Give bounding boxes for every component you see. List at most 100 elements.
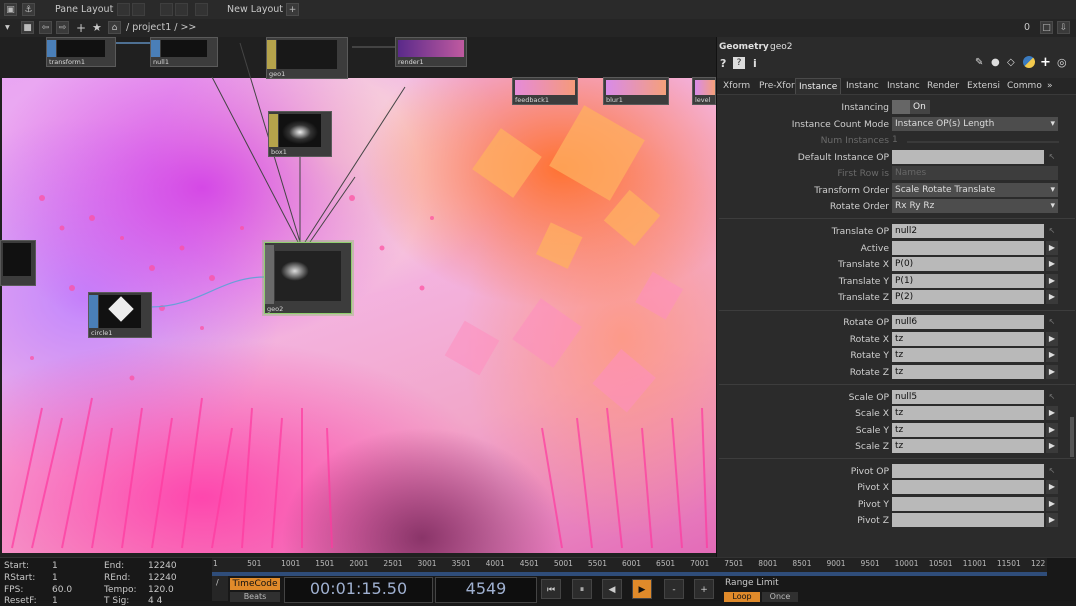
layout-slot-4[interactable] — [175, 3, 188, 16]
stop-icon[interactable]: ■ — [21, 21, 34, 34]
pivot-x-field[interactable] — [892, 480, 1044, 494]
home-icon[interactable]: ⌂ — [108, 21, 121, 34]
translate-z-field[interactable]: P(2) — [892, 290, 1044, 304]
rotate-x-field[interactable]: tz — [892, 332, 1044, 346]
translate-y-field[interactable]: P(1) — [892, 274, 1044, 288]
timecode-toggle[interactable]: TimeCode — [230, 578, 280, 590]
play-arrow-icon[interactable]: ▶ — [1046, 257, 1058, 271]
op-drag-icon[interactable]: ↖ — [1046, 464, 1058, 478]
fps-value[interactable]: 60.0 — [52, 585, 72, 595]
tab-extensions[interactable]: Extensi — [967, 78, 1000, 94]
op-name[interactable]: geo2 — [770, 42, 792, 52]
pivot-op-field[interactable] — [892, 464, 1044, 478]
network-editor[interactable]: transform1 null1 geo1 render1 feedback1 … — [0, 37, 716, 557]
tab-instance-3[interactable]: Instanc — [887, 78, 920, 94]
play-arrow-icon[interactable]: ▶ — [1046, 332, 1058, 346]
scale-z-field[interactable]: tz — [892, 439, 1044, 453]
rotate-op-field[interactable]: null6 — [892, 315, 1044, 329]
node-render1[interactable]: render1 — [395, 37, 467, 67]
tempo-value[interactable]: 120.0 — [148, 585, 174, 595]
star-icon[interactable]: ★ — [92, 21, 102, 34]
end-value[interactable]: 12240 — [148, 561, 177, 571]
play-backward-icon[interactable]: ◀ — [602, 579, 622, 599]
layout-slot-5[interactable] — [195, 3, 208, 16]
node-circle1[interactable]: circle1 — [88, 292, 152, 338]
download-icon[interactable]: ⇩ — [1057, 21, 1070, 34]
menu-dropdown-icon[interactable]: ▾ — [5, 22, 10, 33]
resetf-value[interactable]: 1 — [52, 596, 58, 606]
step-back-icon[interactable]: - — [664, 579, 684, 599]
add-layout-button[interactable]: + — [286, 3, 299, 16]
tab-common[interactable]: Commo — [1007, 78, 1042, 94]
instancing-toggle[interactable]: On — [892, 100, 930, 114]
tab-render[interactable]: Render — [927, 78, 959, 94]
node-blur1[interactable]: blur1 — [603, 77, 669, 105]
panel-scrollbar[interactable] — [1070, 417, 1074, 457]
comment-icon[interactable]: ● — [991, 57, 1000, 68]
node-feedback1[interactable]: feedback1 — [512, 77, 578, 105]
rotate-z-field[interactable]: tz — [892, 365, 1044, 379]
play-arrow-icon[interactable]: ▶ — [1046, 241, 1058, 255]
slash-icon[interactable]: / — [216, 578, 219, 587]
maximize-icon[interactable]: □ — [1040, 21, 1053, 34]
loop-toggle[interactable]: Loop — [724, 592, 760, 602]
tab-instance[interactable]: Instance — [795, 78, 842, 94]
layout-slot-1[interactable] — [117, 3, 130, 16]
pane-split-icon[interactable]: ▣ — [4, 3, 17, 16]
node-level[interactable]: level — [692, 77, 716, 105]
tabs-more-icon[interactable]: » — [1047, 78, 1053, 94]
transform-order-menu[interactable]: Scale Rotate Translate ▾ — [892, 183, 1058, 197]
node-transform1[interactable]: transform1 — [46, 37, 116, 67]
first-row-menu[interactable]: Names — [892, 166, 1058, 180]
network-path[interactable]: / project1 / >> — [126, 22, 196, 33]
play-forward-icon[interactable]: ▶ — [632, 579, 652, 599]
play-arrow-icon[interactable]: ▶ — [1046, 406, 1058, 420]
info-icon[interactable]: i — [753, 57, 757, 70]
translate-op-field[interactable]: null2 — [892, 224, 1044, 238]
num-instances-slider[interactable] — [907, 141, 1059, 143]
rotate-order-menu[interactable]: Rx Ry Rz ▾ — [892, 199, 1058, 213]
back-arrow-icon[interactable]: ⇦ — [39, 21, 52, 34]
timeline-range-bar[interactable] — [212, 572, 1047, 576]
translate-x-field[interactable]: P(0) — [892, 257, 1044, 271]
rotate-y-field[interactable]: tz — [892, 348, 1044, 362]
rewind-to-start-icon[interactable]: ⏮ — [541, 579, 561, 599]
play-arrow-icon[interactable]: ▶ — [1046, 439, 1058, 453]
step-forward-icon[interactable]: + — [694, 579, 714, 599]
help-icon[interactable]: ? — [720, 57, 726, 70]
op-help-icon[interactable]: ? — [733, 57, 745, 69]
play-arrow-icon[interactable]: ▶ — [1046, 480, 1058, 494]
instance-count-mode-menu[interactable]: Instance OP(s) Length ▾ — [892, 117, 1058, 131]
rend-value[interactable]: 12240 — [148, 573, 177, 583]
tab-pre-xform[interactable]: Pre-Xfor — [759, 78, 795, 94]
node-box1[interactable]: box1 — [268, 111, 332, 157]
op-drag-icon[interactable]: ↖ — [1046, 224, 1058, 238]
layout-slot-3[interactable] — [160, 3, 173, 16]
timecode-display[interactable]: 00:01:15.50 — [284, 577, 433, 603]
target-icon[interactable]: ◎ — [1057, 56, 1067, 69]
eraser-icon[interactable]: ◇ — [1007, 57, 1015, 68]
layout-slot-2[interactable] — [132, 3, 145, 16]
play-arrow-icon[interactable]: ▶ — [1046, 290, 1058, 304]
frame-display[interactable]: 4549 — [435, 577, 537, 603]
play-arrow-icon[interactable]: ▶ — [1046, 365, 1058, 379]
play-arrow-icon[interactable]: ▶ — [1046, 348, 1058, 362]
pause-icon[interactable]: ⏸ — [572, 579, 592, 599]
pivot-z-field[interactable] — [892, 513, 1044, 527]
scale-op-field[interactable]: null5 — [892, 390, 1044, 404]
tab-xform[interactable]: Xform — [723, 78, 750, 94]
python-icon[interactable] — [1023, 56, 1035, 68]
node-offscreen-left[interactable] — [0, 240, 36, 286]
pencil-icon[interactable]: ✎ — [975, 57, 983, 68]
play-arrow-icon[interactable]: ▶ — [1046, 497, 1058, 511]
scale-x-field[interactable]: tz — [892, 406, 1044, 420]
node-geo2[interactable]: geo2 — [264, 242, 352, 314]
add-parameter-icon[interactable]: + — [1040, 55, 1051, 70]
node-null1[interactable]: null1 — [150, 37, 218, 67]
pane-anchor-icon[interactable]: ⚓ — [22, 3, 35, 16]
tsig-value[interactable]: 4 4 — [148, 596, 162, 606]
active-field[interactable] — [892, 241, 1044, 255]
play-arrow-icon[interactable]: ▶ — [1046, 423, 1058, 437]
op-drag-icon[interactable]: ↖ — [1046, 315, 1058, 329]
tab-instance-2[interactable]: Instanc — [846, 78, 879, 94]
